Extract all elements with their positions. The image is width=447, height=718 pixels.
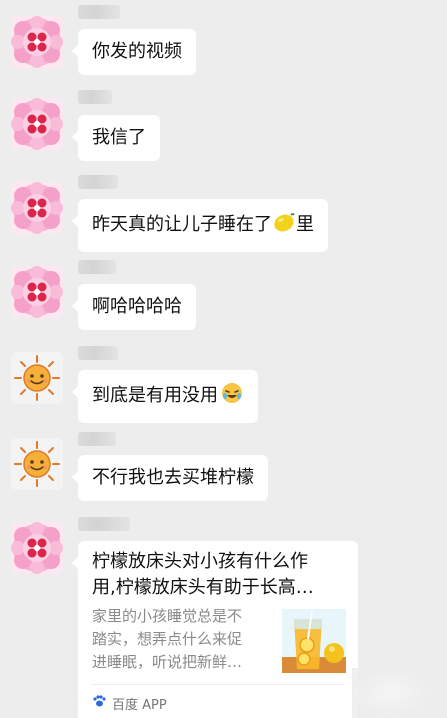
lemon-drink-image bbox=[282, 609, 346, 673]
flower-avatar[interactable] bbox=[11, 98, 63, 150]
blurred-nickname bbox=[78, 5, 120, 19]
link-card[interactable]: 柠檬放床头对小孩有什么作 用,柠檬放床头有助于长高… 家里的小孩睡觉总是不 踏实… bbox=[72, 541, 358, 718]
flower-avatar[interactable] bbox=[11, 266, 63, 318]
message-text: 啊哈哈哈哈 bbox=[92, 296, 182, 317]
message-bubble[interactable]: 啊哈哈哈哈 bbox=[72, 284, 196, 330]
link-card-description: 家里的小孩睡觉总是不 踏实，想弄点什么来促 进睡眠，听说把新鲜… bbox=[92, 605, 272, 674]
message-text: 不行我也去买堆柠檬 bbox=[92, 467, 254, 488]
blurred-region bbox=[352, 668, 430, 718]
message-text: 昨天真的让儿子睡在了 bbox=[92, 214, 272, 235]
message-text: 你发的视频 bbox=[92, 41, 182, 62]
message-text-suffix: 里 bbox=[296, 214, 314, 235]
link-card-source-label: 百度 APP bbox=[112, 697, 167, 713]
link-card-title-line: 柠檬放床头对小孩有什么作 bbox=[92, 551, 308, 572]
link-card-desc-line: 踏实，想弄点什么来促 bbox=[92, 630, 243, 648]
link-card-desc-line: 家里的小孩睡觉总是不 bbox=[92, 607, 243, 625]
link-card-title-line: 用,柠檬放床头有助于长高… bbox=[92, 577, 314, 598]
message-text: 到底是有用没用 bbox=[92, 385, 218, 406]
flower-avatar[interactable] bbox=[11, 522, 63, 574]
link-card-title: 柠檬放床头对小孩有什么作 用,柠檬放床头有助于长高… bbox=[92, 549, 350, 601]
flower-avatar[interactable] bbox=[11, 182, 63, 234]
blurred-nickname bbox=[78, 260, 116, 274]
message-bubble[interactable]: 你发的视频 bbox=[72, 29, 196, 75]
link-card-divider bbox=[92, 684, 344, 685]
laughing-emoji-icon bbox=[220, 381, 244, 412]
message-bubble[interactable]: 不行我也去买堆柠檬 bbox=[72, 455, 268, 501]
link-card-source[interactable]: 百度 APP bbox=[92, 693, 167, 713]
blurred-nickname bbox=[78, 432, 116, 446]
blurred-nickname bbox=[78, 517, 130, 531]
blurred-nickname bbox=[78, 346, 118, 360]
baidu-paw-icon bbox=[92, 694, 106, 712]
sun-avatar[interactable] bbox=[11, 352, 63, 404]
blurred-nickname bbox=[78, 90, 112, 104]
message-bubble[interactable]: 我信了 bbox=[72, 115, 160, 161]
sun-avatar[interactable] bbox=[11, 438, 63, 490]
link-card-desc-line: 进睡眠，听说把新鲜… bbox=[92, 653, 243, 671]
message-bubble[interactable]: 昨天真的让儿子睡在了 里 bbox=[72, 199, 328, 252]
lemon-icon bbox=[272, 210, 296, 241]
message-bubble[interactable]: 到底是有用没用 bbox=[72, 370, 258, 423]
flower-avatar[interactable] bbox=[11, 16, 63, 68]
message-text: 我信了 bbox=[92, 127, 146, 148]
blurred-nickname bbox=[78, 175, 118, 189]
